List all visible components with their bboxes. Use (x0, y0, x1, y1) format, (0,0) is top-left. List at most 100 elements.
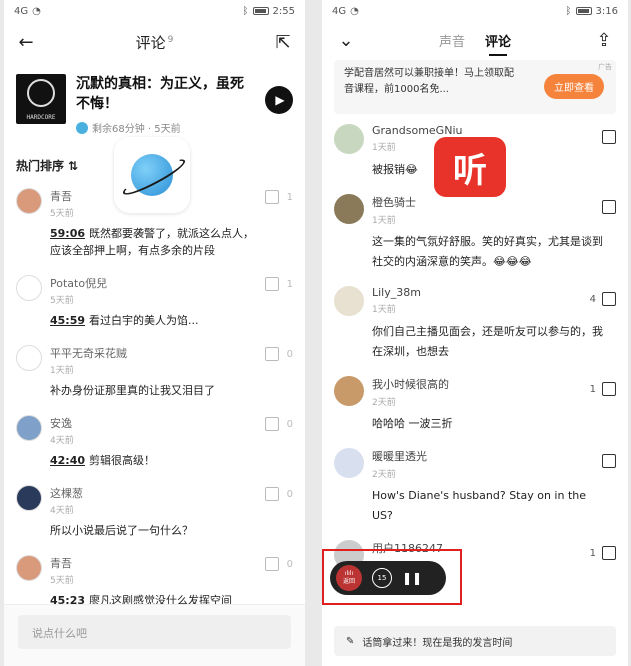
like-count: 0 (286, 488, 293, 500)
like-count: 1 (589, 383, 596, 395)
comment-author[interactable]: 青吾 (50, 555, 257, 571)
comment-time: 1天前 (372, 305, 396, 315)
page-title: 评论 9 (135, 33, 174, 52)
ad-tag: 广告 (598, 63, 612, 71)
avatar[interactable] (334, 194, 364, 224)
tab-sound[interactable]: 声音 (439, 31, 465, 50)
comment-item[interactable]: 平平无奇采花贼 1天前 补办身份证那里真的让我又泪目了 0 (4, 339, 305, 409)
comment-author[interactable]: Potato倪兒 (50, 275, 257, 291)
app-logo-planet (114, 137, 190, 213)
comment-author[interactable]: GrandsomeGNiu (372, 124, 462, 137)
like-button[interactable]: 0 (264, 487, 293, 501)
like-button[interactable]: 4 (590, 292, 616, 306)
timestamp-link[interactable]: 59:06 (50, 227, 85, 240)
like-button[interactable] (596, 130, 616, 144)
share-icon[interactable]: ⇪ (592, 30, 616, 51)
avatar[interactable] (334, 376, 364, 406)
like-button[interactable]: 1 (590, 546, 616, 560)
thumbs-up-icon (602, 200, 616, 214)
avatar[interactable] (16, 555, 42, 581)
timestamp-link[interactable]: 45:59 (50, 314, 85, 327)
avatar[interactable] (16, 188, 42, 214)
like-button[interactable] (596, 454, 616, 468)
rewind-15-icon[interactable]: 15 (372, 568, 392, 588)
comment-item[interactable]: 暖暖里透光 2天前 How's Diane's husband? Stay on… (322, 440, 628, 532)
player-header: ⌄ 声音 评论 ⇪ (322, 22, 628, 58)
thumbs-up-icon (264, 277, 279, 291)
comment-time: 5天前 (50, 296, 74, 306)
comment-item[interactable]: 橙色骑士 1天前 这一集的气氛好舒服。笑的好真实，尤其是谈到社交的内涵深意的笑声… (322, 186, 628, 278)
like-count: 4 (589, 293, 596, 305)
timestamp-link[interactable]: 42:40 (50, 454, 85, 467)
status-bar: 4G ◔ ᛒ 2:55 (4, 0, 305, 22)
like-button[interactable]: 0 (264, 417, 293, 431)
clock: 2:55 (272, 5, 295, 17)
thumbs-up-icon (602, 454, 616, 468)
avatar[interactable] (334, 286, 364, 316)
clock: 3:16 (595, 5, 618, 17)
comment-text: 59:06 既然都要袭警了，就派这么点人，应该全部押上啊，有点多余的片段 (50, 227, 255, 257)
like-button[interactable] (596, 200, 616, 214)
avatar[interactable] (16, 345, 42, 371)
play-button[interactable]: ▶ (265, 86, 293, 114)
pen-icon: ✎ (346, 635, 355, 647)
like-count: 0 (286, 558, 293, 570)
thumbs-up-icon (264, 347, 279, 361)
pause-icon[interactable]: ❚❚ (402, 571, 422, 585)
share-icon[interactable]: ⇱ (271, 32, 295, 53)
ad-banner[interactable]: 广告 学配音居然可以兼职接单！马上领取配音课程，前1000名免... 立即查看 (334, 60, 616, 114)
mini-player[interactable]: ılılı 返回 15 ❚❚ (330, 561, 446, 595)
comment-time: 5天前 (50, 576, 74, 586)
book-cover: HARDCORE (16, 74, 66, 124)
comment-author[interactable]: 暖暖里透光 (372, 448, 427, 464)
mini-player-highlight: ılılı 返回 15 ❚❚ (322, 549, 462, 605)
battery-icon (252, 7, 269, 15)
player-thumbnail[interactable]: ılılı 返回 (336, 565, 362, 591)
like-count: 1 (286, 191, 293, 203)
left-screen: 4G ◔ ᛒ 2:55 ← 评论 9 ⇱ HARDCORE 沉默的真相：为正义，虽死不… (4, 0, 305, 666)
comment-list: 青吾 5天前 59:06 既然都要袭警了，就派这么点人，应该全部押上啊，有点多余的… (4, 182, 305, 619)
comment-author[interactable]: 这棵葱 (50, 485, 257, 501)
comment-item[interactable]: Potato倪兒 5天前 45:59 看过白宇的美人为馅... 1 (4, 269, 305, 339)
avatar[interactable] (334, 124, 364, 154)
comment-item[interactable]: 我小时候很高的 2天前 哈哈哈 一波三折 1 (322, 368, 628, 440)
signal-indicator: 4G (14, 5, 29, 17)
comment-author[interactable]: 橙色骑士 (372, 194, 416, 210)
comment-item[interactable]: 这棵葱 4天前 所以小说最后说了一句什么？ 0 (4, 479, 305, 549)
comment-input[interactable]: 说点什么吧 (18, 615, 291, 649)
thumbs-up-icon (602, 130, 616, 144)
tab-bar: 声音 评论 (439, 31, 511, 56)
comment-author[interactable]: 我小时候很高的 (372, 376, 449, 392)
avatar[interactable] (334, 448, 364, 478)
comment-text: 这一集的气氛好舒服。笑的好真实，尤其是谈到社交的内涵深意的笑声。😂😂😂 (372, 235, 603, 268)
ad-view-button[interactable]: 立即查看 (544, 74, 604, 99)
collapse-chevron-icon[interactable]: ⌄ (334, 30, 358, 51)
comment-input-bar: 说点什么吧 (4, 604, 305, 666)
book-card[interactable]: HARDCORE 沉默的真相：为正义，虽死不悔！ 剩余68分钟 · 5天前 ▶ (4, 62, 305, 143)
like-count: 0 (286, 348, 293, 360)
like-button[interactable]: 1 (590, 382, 616, 396)
avatar[interactable] (16, 485, 42, 511)
like-button[interactable]: 1 (264, 277, 293, 291)
comment-item[interactable]: 安逸 4天前 42:40 剪辑很高级！ 0 (4, 409, 305, 479)
thumbs-up-icon (602, 382, 616, 396)
comment-text: 补办身份证那里真的让我又泪目了 (50, 384, 215, 397)
back-arrow-icon[interactable]: ← (14, 32, 38, 53)
like-button[interactable]: 0 (264, 347, 293, 361)
avatar[interactable] (16, 275, 42, 301)
wifi-icon: ◔ (350, 5, 359, 17)
right-screen: 4G ◔ ᛒ 3:16 ⌄ 声音 评论 ⇪ 广告 学配音居然可以兼职接单！马上领取配… (322, 0, 628, 666)
comment-author[interactable]: 安逸 (50, 415, 257, 431)
tab-comments[interactable]: 评论 (485, 31, 511, 56)
comment-input[interactable]: ✎ 话筒拿过来！现在是我的发言时间 (334, 626, 616, 656)
avatar[interactable] (16, 415, 42, 441)
book-meta: 剩余68分钟 · 5天前 (76, 120, 265, 135)
comment-item[interactable]: Lily_38m 1天前 你们自己主播见面会，还是听友可以参与的，我在深圳，也想… (322, 278, 628, 368)
like-button[interactable]: 0 (264, 557, 293, 571)
comment-author[interactable]: 平平无奇采花贼 (50, 345, 257, 361)
comment-author[interactable]: Lily_38m (372, 286, 421, 299)
like-button[interactable]: 1 (264, 190, 293, 204)
comment-text: 所以小说最后说了一句什么？ (50, 524, 193, 537)
signal-indicator: 4G (332, 5, 347, 17)
thumbs-up-icon (602, 292, 616, 306)
